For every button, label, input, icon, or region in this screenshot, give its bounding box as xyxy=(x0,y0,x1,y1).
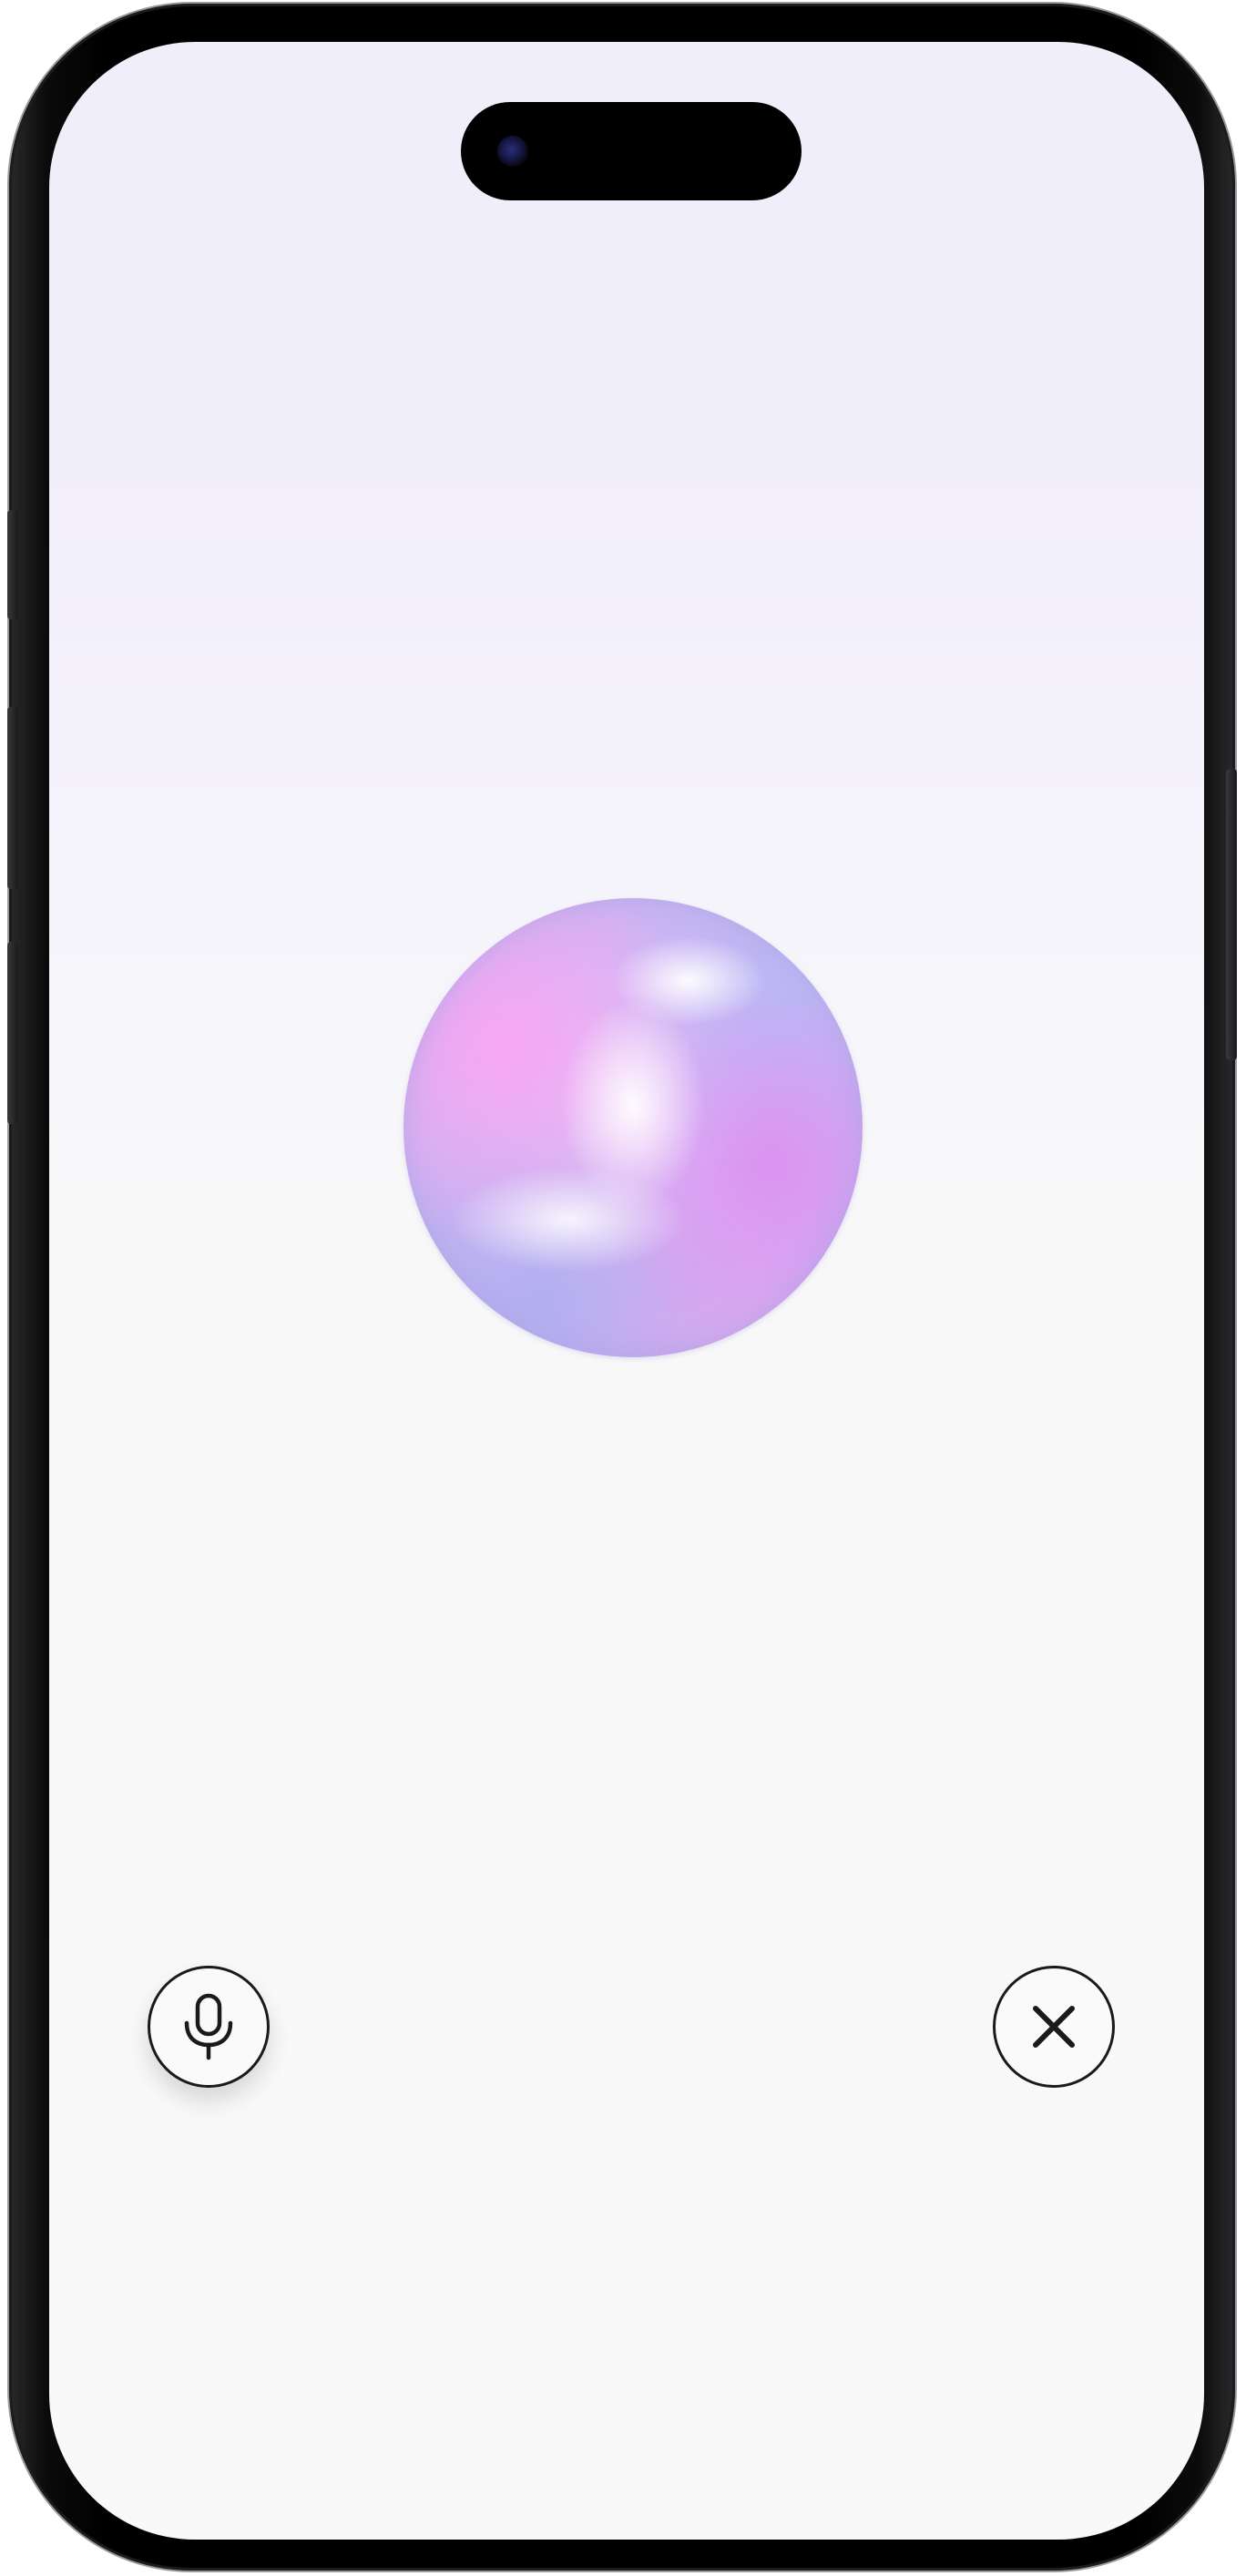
power-button xyxy=(1226,769,1237,1060)
phone-frame xyxy=(7,4,1237,2571)
volume-down-button xyxy=(7,942,18,1124)
front-camera xyxy=(497,136,528,167)
close-button[interactable] xyxy=(993,1966,1115,2088)
microphone-button[interactable] xyxy=(148,1966,270,2088)
volume-up-button xyxy=(7,707,18,889)
assistant-orb xyxy=(403,898,863,1357)
screen xyxy=(49,42,1204,2540)
action-button xyxy=(7,510,18,619)
close-icon xyxy=(1033,2006,1075,2048)
microphone-icon xyxy=(184,1993,233,2060)
dynamic-island xyxy=(461,102,802,200)
